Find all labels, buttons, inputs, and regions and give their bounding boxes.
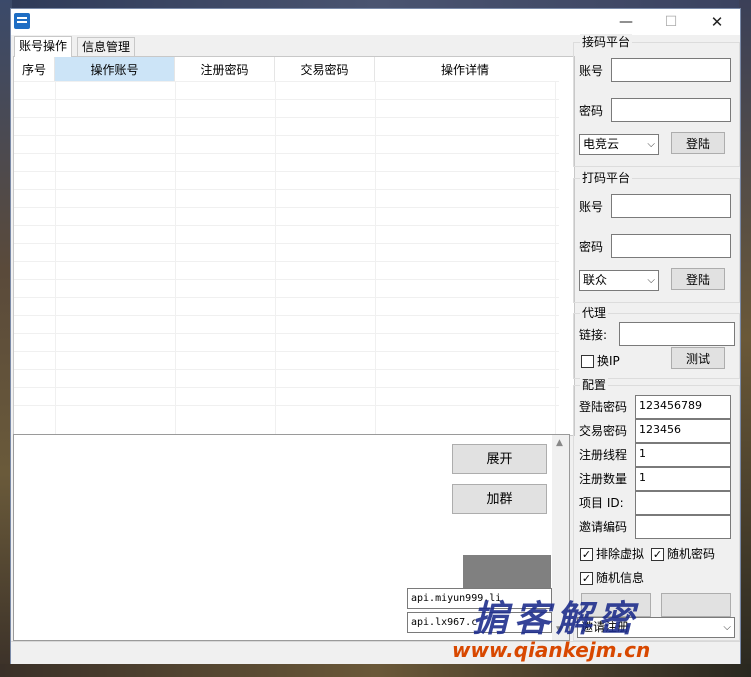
captcha-provider-select[interactable]: 联众 ⌵ <box>579 270 659 291</box>
register-threads-input[interactable]: 1 <box>635 443 731 467</box>
selected-value: 联众 <box>583 273 608 287</box>
receive-provider-select[interactable]: 电竞云 ⌵ <box>579 134 659 155</box>
table-row[interactable] <box>14 99 559 118</box>
tab-info-management[interactable]: 信息管理 <box>77 37 136 56</box>
expand-button[interactable]: 展开 <box>452 444 547 474</box>
minimize-button[interactable]: — <box>603 9 649 35</box>
grid-divider <box>555 81 556 435</box>
table-row[interactable] <box>14 351 559 370</box>
password-label: 密码 <box>579 240 604 254</box>
column-header-trade-password[interactable]: 交易密码 <box>275 57 375 81</box>
app-logo-icon <box>14 13 30 29</box>
desktop-background-bottom <box>0 664 751 677</box>
receive-login-button[interactable]: 登陆 <box>671 132 725 154</box>
link-label: 链接: <box>579 328 608 342</box>
table-row[interactable] <box>14 207 559 226</box>
table-row[interactable] <box>14 333 559 352</box>
account-label: 账号 <box>579 64 604 78</box>
table-row[interactable] <box>14 153 559 172</box>
table-row[interactable] <box>14 135 559 154</box>
table-row[interactable] <box>14 315 559 334</box>
group-title: 配置 <box>580 377 609 393</box>
table-row[interactable] <box>14 297 559 316</box>
captcha-account-input[interactable] <box>611 194 731 218</box>
watermark-logo: 掮客解密 <box>472 599 641 640</box>
random-info-checkbox[interactable]: ✓ <box>580 572 593 585</box>
column-header-account[interactable]: 操作账号 <box>55 57 175 81</box>
password-label: 密码 <box>579 104 604 118</box>
chevron-down-icon: ⌵ <box>647 139 655 150</box>
grid-divider <box>375 81 376 435</box>
captcha-login-button[interactable]: 登陆 <box>671 268 725 290</box>
app-window: — ☐ ✕ 账号操作 信息管理 序号 操作账号 注册密码 交易密码 操作详情 ▲… <box>10 8 741 664</box>
register-count-input[interactable]: 1 <box>635 467 731 491</box>
title-bar[interactable]: — ☐ ✕ <box>11 9 740 35</box>
trade-password-input[interactable]: 123456 <box>635 419 731 443</box>
add-group-button[interactable]: 加群 <box>452 484 547 514</box>
random-password-checkbox[interactable]: ✓ <box>651 548 664 561</box>
table-row[interactable] <box>14 225 559 244</box>
random-password-label: 随机密码 <box>667 547 716 561</box>
maximize-button[interactable]: ☐ <box>648 9 694 35</box>
table-row[interactable] <box>14 81 559 100</box>
table-row[interactable] <box>14 243 559 262</box>
invite-code-input[interactable] <box>635 515 731 539</box>
stop-button[interactable] <box>661 593 731 617</box>
group-title: 接码平台 <box>580 34 633 50</box>
proxy-test-button[interactable]: 测试 <box>671 347 725 369</box>
table-row[interactable] <box>14 261 559 280</box>
desktop-background-top <box>0 0 751 8</box>
grid-divider <box>55 81 56 435</box>
table-row[interactable] <box>14 171 559 190</box>
table-row[interactable] <box>14 189 559 208</box>
column-header-register-password[interactable]: 注册密码 <box>175 57 275 81</box>
config-label-invite-code: 邀请编码 <box>579 520 628 534</box>
table-row[interactable] <box>14 279 559 298</box>
captcha-password-input[interactable] <box>611 234 731 258</box>
chevron-down-icon: ⌵ <box>647 275 655 286</box>
receive-account-input[interactable] <box>611 58 731 82</box>
scroll-up-icon[interactable]: ▲ <box>556 438 563 448</box>
config-label-trade-password: 交易密码 <box>579 424 628 438</box>
exclude-virtual-label: 排除虚拟 <box>596 547 645 561</box>
config-label-project-id: 项目 ID: <box>579 496 624 510</box>
placeholder-panel <box>463 555 551 589</box>
config-label-register-threads: 注册线程 <box>579 448 628 462</box>
config-label-login-password: 登陆密码 <box>579 400 628 414</box>
chevron-down-icon: ⌵ <box>723 622 731 633</box>
receive-password-input[interactable] <box>611 98 731 122</box>
grid-divider <box>275 81 276 435</box>
table-row[interactable] <box>14 387 559 406</box>
group-title: 打码平台 <box>580 170 633 186</box>
exclude-virtual-checkbox[interactable]: ✓ <box>580 548 593 561</box>
table-row[interactable] <box>14 405 559 424</box>
table-row[interactable] <box>14 369 559 388</box>
selected-value: 电竞云 <box>583 137 620 151</box>
switch-ip-checkbox[interactable] <box>581 355 594 368</box>
project-id-input[interactable] <box>635 491 731 515</box>
proxy-link-input[interactable] <box>619 322 735 346</box>
watermark-url: www.qiankejm.cn <box>452 638 651 662</box>
grid-divider <box>175 81 176 435</box>
column-header-index[interactable]: 序号 <box>14 57 55 81</box>
tab-account-operations[interactable]: 账号操作 <box>14 36 73 57</box>
account-label: 账号 <box>579 200 604 214</box>
account-grid[interactable]: 序号 操作账号 注册密码 交易密码 操作详情 <box>13 56 575 436</box>
grid-header: 序号 操作账号 注册密码 交易密码 操作详情 <box>14 57 574 81</box>
random-info-label: 随机信息 <box>596 571 645 585</box>
table-row[interactable] <box>14 117 559 136</box>
login-password-input[interactable]: 123456789 <box>635 395 731 419</box>
column-header-details[interactable]: 操作详情 <box>375 57 555 81</box>
switch-ip-label: 换IP <box>597 354 620 368</box>
close-button[interactable]: ✕ <box>694 9 740 35</box>
config-label-register-count: 注册数量 <box>579 472 628 486</box>
group-title: 代理 <box>580 305 609 321</box>
